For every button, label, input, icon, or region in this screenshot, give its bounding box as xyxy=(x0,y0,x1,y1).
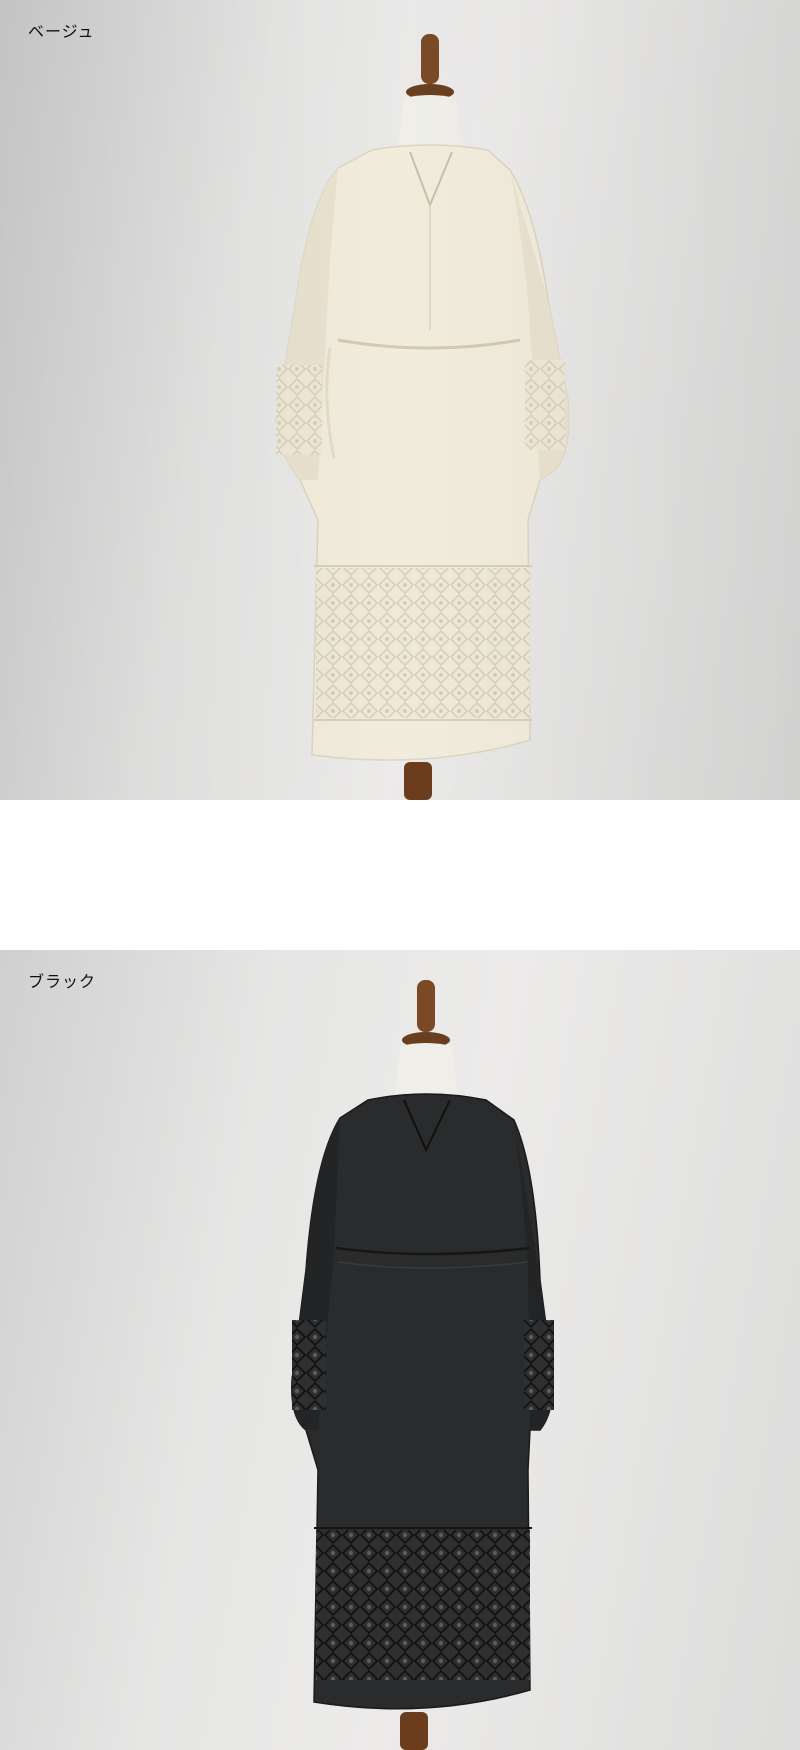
mannequin-stand xyxy=(404,762,432,800)
hem-lace xyxy=(316,1530,530,1680)
sleeve-lace-right xyxy=(525,360,565,450)
sleeve-lace-left xyxy=(292,1320,326,1410)
color-label-beige: ベージュ xyxy=(28,22,95,41)
hem-lace xyxy=(316,568,530,718)
sleeve-lace-right xyxy=(524,1320,554,1410)
sleeve-lace-left xyxy=(276,365,322,455)
mannequin-knob xyxy=(421,34,439,84)
color-label-black: ブラック xyxy=(28,972,97,991)
mannequin-stand xyxy=(400,1712,428,1750)
mannequin-knob xyxy=(417,980,435,1032)
beige-dress-image xyxy=(0,0,800,800)
black-dress-image xyxy=(291,980,554,1750)
photo-black-dress: ブラック xyxy=(0,950,800,1750)
photo-beige-dress: ベージュ xyxy=(0,0,800,800)
